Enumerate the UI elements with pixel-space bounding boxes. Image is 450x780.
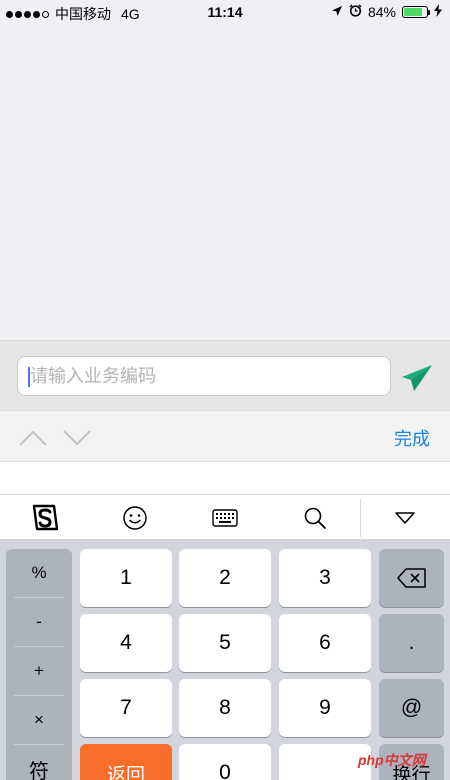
paper-plane-icon [402, 365, 432, 391]
done-button[interactable]: 完成 [394, 425, 430, 451]
key-minus[interactable]: - [6, 598, 72, 646]
watermark: php中文网 [358, 752, 426, 768]
key-8[interactable]: 8 [179, 679, 271, 737]
key-multiply[interactable]: × [6, 696, 72, 744]
battery-percent: 84% [367, 4, 396, 20]
key-1[interactable]: 1 [80, 549, 172, 607]
backspace-icon [396, 568, 426, 588]
key-9[interactable]: 9 [279, 679, 371, 737]
status-bar: 中国移动 4G 11:14 84% [0, 0, 450, 24]
symbol-column: % - + × 符 [6, 549, 72, 780]
input-bar [0, 340, 450, 410]
status-right: 84% [331, 4, 442, 20]
business-code-field[interactable] [17, 356, 391, 396]
key-2[interactable]: 2 [179, 549, 271, 607]
back-button[interactable]: 返回 [80, 744, 172, 780]
key-3[interactable]: 3 [279, 549, 371, 607]
location-arrow-icon [331, 4, 343, 20]
chevron-down-icon[interactable] [62, 429, 92, 447]
search-icon[interactable] [270, 495, 360, 541]
keyboard-icon[interactable] [180, 495, 270, 541]
numeric-keyboard: % - + × 符 1 2 3 4 5 6 . 7 8 9 @ 返回 0 换行 [0, 540, 450, 780]
key-7[interactable]: 7 [80, 679, 172, 737]
key-symbols[interactable]: 符 [6, 745, 72, 780]
key-6[interactable]: 6 [279, 614, 371, 672]
battery-icon [402, 6, 430, 18]
sogou-logo-icon[interactable] [0, 495, 90, 541]
key-4[interactable]: 4 [80, 614, 172, 672]
content-area [0, 24, 450, 340]
alarm-icon [349, 4, 362, 20]
battery-level-fill [404, 8, 423, 16]
backspace-button[interactable] [379, 549, 444, 607]
send-button[interactable] [400, 363, 434, 393]
key-at[interactable]: @ [379, 679, 444, 737]
keyboard-accessory-toolbar: 完成 [0, 410, 450, 462]
collapse-keyboard-icon[interactable] [360, 495, 450, 541]
charging-icon [434, 4, 442, 20]
text-caret [28, 367, 30, 387]
ime-toolbar [0, 494, 450, 540]
chevron-up-icon[interactable] [18, 429, 48, 447]
key-percent[interactable]: % [6, 549, 72, 597]
key-0[interactable]: 0 [179, 744, 271, 780]
key-plus[interactable]: + [6, 647, 72, 695]
business-code-input[interactable] [18, 357, 390, 395]
key-dot[interactable]: . [379, 614, 444, 672]
emoji-icon[interactable] [90, 495, 180, 541]
blank-strip [0, 462, 450, 494]
key-5[interactable]: 5 [179, 614, 271, 672]
